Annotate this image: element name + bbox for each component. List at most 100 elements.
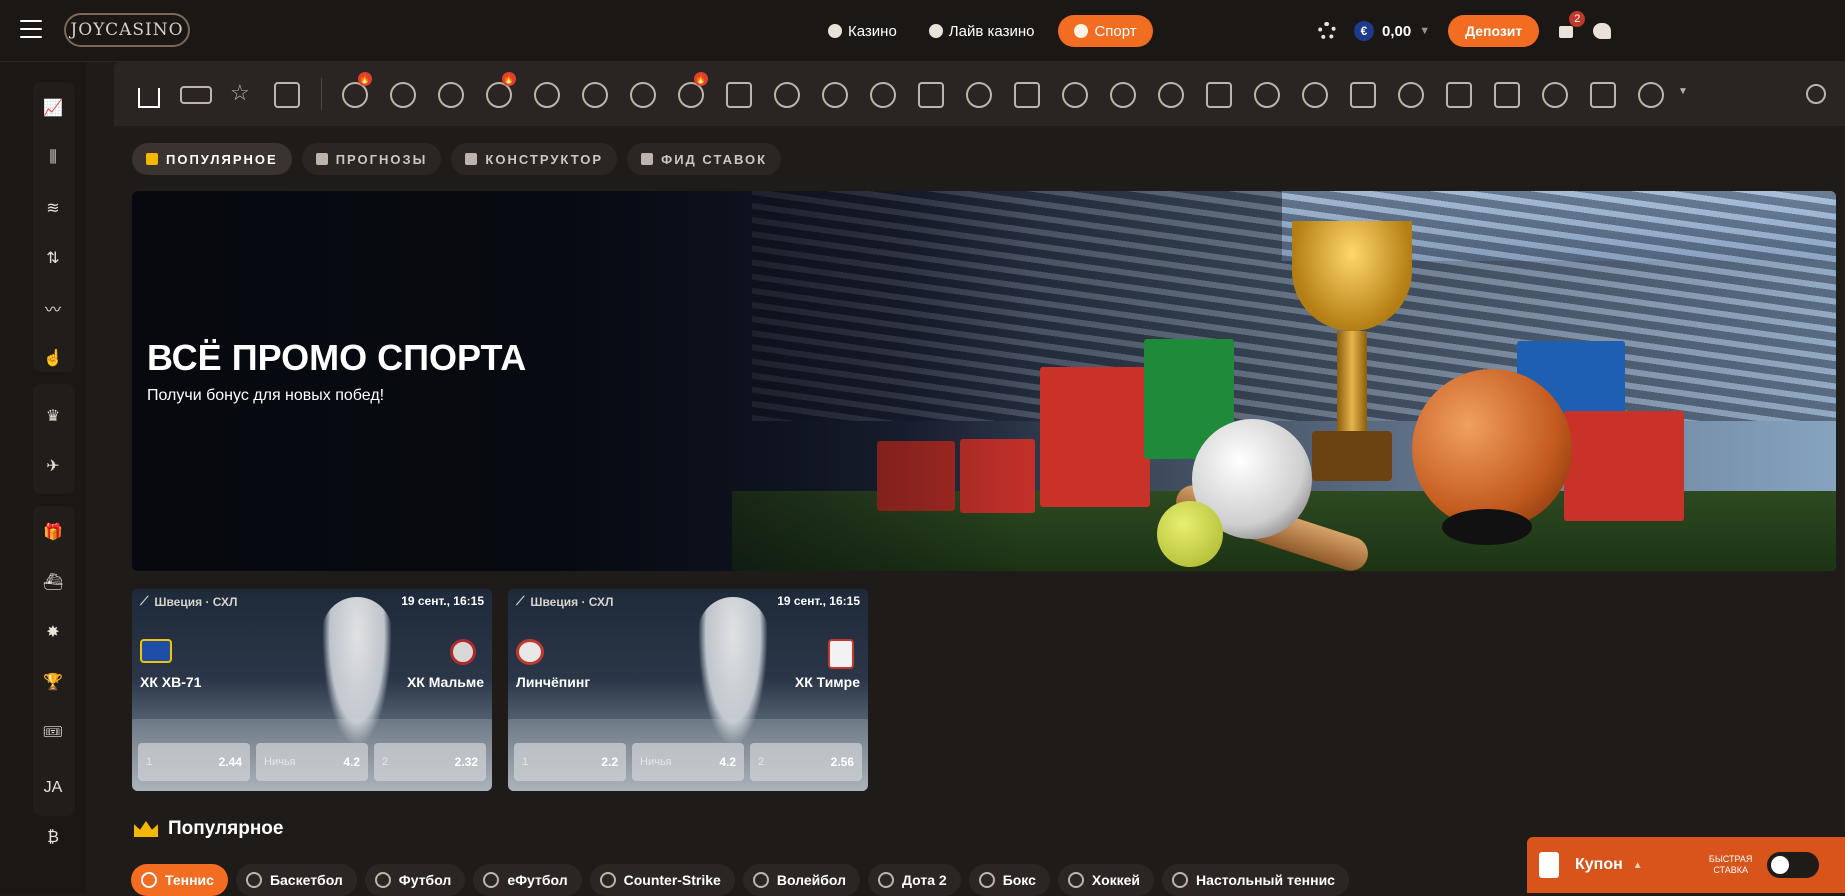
home-icon[interactable]: [136, 82, 162, 108]
favorites-star-icon[interactable]: ☆: [230, 80, 256, 106]
trophy-base: [1312, 431, 1392, 481]
odd-button[interactable]: Ничья 4.2: [256, 743, 368, 781]
boxing-icon[interactable]: [822, 82, 848, 108]
coupon-panel[interactable]: Купон ▲ БЫСТРАЯ СТАВКА: [1527, 837, 1845, 893]
handball-icon[interactable]: [1062, 82, 1088, 108]
joy-logo-icon[interactable]: JA: [35, 770, 71, 806]
snooker-icon[interactable]: [1254, 82, 1280, 108]
deposit-button[interactable]: Депозит: [1448, 15, 1540, 47]
american-football-icon[interactable]: [1638, 82, 1664, 108]
plane-icon[interactable]: ✈: [35, 448, 71, 484]
odd-button[interactable]: 1 2.2: [514, 743, 626, 781]
basketball-icon[interactable]: [438, 82, 464, 108]
match-card[interactable]: ⟋ Швеция · СХЛ 19 сент., 16:15 ХК ХВ-71 …: [132, 589, 492, 791]
bitcoin-icon[interactable]: ₿: [35, 820, 71, 856]
tab-predictions[interactable]: ПРОГНОЗЫ: [301, 143, 442, 175]
nav-live-casino[interactable]: Лайв казино: [921, 15, 1043, 47]
chip-boxing[interactable]: Бокс: [968, 864, 1050, 896]
odd-value: 4.2: [719, 755, 736, 769]
table-tennis-icon[interactable]: [582, 82, 608, 108]
tab-bet-feed[interactable]: ФИД СТАВОК: [627, 143, 782, 175]
golf-icon[interactable]: [1398, 82, 1424, 108]
search-icon[interactable]: [1806, 84, 1826, 104]
chip-table-tennis[interactable]: Настольный теннис: [1162, 864, 1349, 896]
quick-bet-toggle[interactable]: [1766, 852, 1819, 878]
odd-button[interactable]: 2 2.32: [374, 743, 486, 781]
crown-icon[interactable]: ♛: [35, 398, 71, 434]
chess-icon[interactable]: [1158, 82, 1184, 108]
chip-hockey[interactable]: Хоккей: [1057, 864, 1155, 896]
trophy-stem: [1337, 331, 1367, 431]
baseball-icon[interactable]: [870, 82, 896, 108]
arena-icon[interactable]: [1446, 82, 1472, 108]
pulse-icon[interactable]: 〰: [35, 290, 71, 326]
odd-label: 1: [522, 756, 529, 768]
gift-icon[interactable]: 2: [1557, 11, 1586, 40]
tab-constructor[interactable]: КОНСТРУКТОР: [451, 143, 618, 175]
banner-title: ВСЁ ПРОМО СПОРТА: [147, 337, 527, 378]
menu-icon[interactable]: [20, 20, 42, 38]
odd-button[interactable]: Ничья 4.2: [632, 743, 744, 781]
stadium-icon[interactable]: [1350, 82, 1376, 108]
chart-icon[interactable]: 📈: [35, 90, 71, 126]
hockey-puck: [1442, 509, 1532, 545]
darts-icon[interactable]: [1302, 82, 1328, 108]
odd-value: 2.32: [454, 755, 478, 769]
odd-label: 2: [382, 756, 389, 768]
candles-icon[interactable]: ⫼: [35, 140, 71, 176]
logo[interactable]: JOYCASINO: [64, 13, 190, 47]
quick-bet-label: БЫСТРАЯ СТАВКА: [1703, 854, 1759, 876]
profile-icon[interactable]: [1593, 23, 1612, 39]
star-badge-icon[interactable]: ✸: [35, 614, 71, 650]
tab-popular[interactable]: ПОПУЛЯРНОЕ: [132, 143, 292, 175]
league-label: Швеция · СХЛ: [530, 594, 614, 609]
ticket-icon[interactable]: 🎟: [35, 714, 71, 750]
lol-icon[interactable]: [918, 82, 944, 108]
more-sports-chevron-icon[interactable]: ▼: [1678, 86, 1688, 97]
tab-constructor-label: КОНСТРУКТОР: [485, 151, 604, 167]
layers-icon[interactable]: ≋: [35, 190, 71, 226]
nav-casino[interactable]: Казино: [820, 15, 905, 47]
promo-banner[interactable]: ВСЁ ПРОМО СПОРТА Получи бонус для новых …: [132, 191, 1836, 571]
gift-icon[interactable]: 🎁: [35, 514, 71, 550]
racing-flag-icon[interactable]: [1206, 82, 1232, 108]
chip-efootball[interactable]: eФутбол: [473, 864, 582, 896]
banner-subtitle: Получи бонус для новых побед!: [147, 387, 385, 404]
hand-icon[interactable]: ☝: [35, 340, 71, 376]
balance-selector[interactable]: € 0,00 ▼: [1354, 21, 1430, 41]
odd-button[interactable]: 2 2.56: [750, 743, 862, 781]
chip-label: Настольный теннис: [1196, 872, 1335, 888]
esports-tag-icon[interactable]: [180, 86, 212, 104]
nav-sport[interactable]: Спорт: [1058, 15, 1153, 47]
cybersport-icon[interactable]: [1590, 82, 1616, 108]
betslip-icon[interactable]: [274, 82, 300, 108]
settings-icon[interactable]: [1318, 22, 1336, 40]
basketball: [1412, 369, 1572, 529]
odd-label: 1: [146, 756, 153, 768]
mma-icon[interactable]: [726, 82, 752, 108]
chip-basketball[interactable]: Баскетбол: [235, 864, 357, 896]
rugby-icon[interactable]: [1110, 82, 1136, 108]
updown-icon[interactable]: ⇅: [35, 240, 71, 276]
badminton-icon[interactable]: [534, 82, 560, 108]
hockey-stick-icon: ⟋: [516, 594, 525, 608]
cricket-icon[interactable]: [1014, 82, 1040, 108]
trophy-icon[interactable]: 🏆: [35, 664, 71, 700]
hockey-icon[interactable]: [390, 82, 416, 108]
basketball-icon: [245, 872, 262, 888]
chip-dota2[interactable]: Дота 2: [868, 864, 961, 896]
ship-icon[interactable]: ⛴: [35, 564, 71, 600]
match-card[interactable]: ⟋ Швеция · СХЛ 19 сент., 16:15 Линчёпинг…: [508, 589, 868, 791]
chip-tennis[interactable]: Теннис: [131, 864, 228, 896]
chip-volleyball[interactable]: Волейбол: [742, 864, 861, 896]
squash-icon[interactable]: [1542, 82, 1568, 108]
valorant-icon[interactable]: [966, 82, 992, 108]
odd-button[interactable]: 1 2.44: [138, 743, 250, 781]
chip-football[interactable]: Футбол: [364, 864, 466, 896]
chip-counter-strike[interactable]: Counter-Strike: [589, 864, 735, 896]
volleyball-icon[interactable]: [774, 82, 800, 108]
hockey-player-image: [322, 597, 392, 747]
wrestling-icon[interactable]: [1494, 82, 1520, 108]
grid-icon: [146, 153, 158, 165]
counter-strike-icon[interactable]: [630, 82, 656, 108]
